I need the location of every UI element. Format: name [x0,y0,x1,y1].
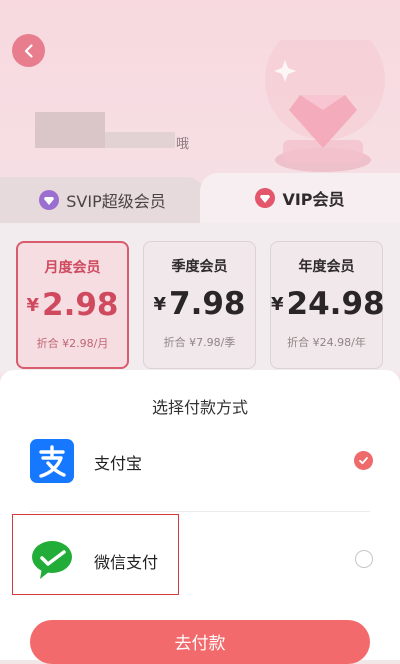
divider [30,511,370,512]
plan-per-period: 折合 ¥7.98/季 [163,336,236,349]
payment-option-label: 支付宝 [94,454,143,473]
radio-unchecked[interactable] [355,550,373,568]
chevron-left-icon [24,43,33,58]
vip-diamond-icon [255,188,276,208]
radio-checked[interactable] [354,451,373,470]
alipay-logo-icon [30,439,74,483]
plan-per-period: 折合 ¥24.98/年 [287,336,366,349]
blurred-username [35,110,175,150]
plan-price: ¥24.98 [271,286,385,322]
pay-button[interactable]: 去付款 [30,620,370,664]
plan-price-value: 7.98 [169,286,246,322]
plan-name: 季度会员 [171,259,228,275]
annotation-highlight-box [12,514,179,595]
plan-card-monthly[interactable]: 月度会员 ¥2.98 折合 ¥2.98/月 [16,241,129,369]
diamond-decoration-icon [265,40,385,172]
plan-name: 年度会员 [298,259,355,275]
payment-method-sheet: 选择付款方式 支付宝 微信支付 去付款 [0,370,400,664]
plan-price-value: 24.98 [286,286,385,322]
tab-svip-label: SVIP超级会员 [66,192,166,211]
currency-symbol: ¥ [26,295,40,316]
plan-price: ¥7.98 [144,286,255,322]
plan-price: ¥2.98 [18,287,127,323]
plan-list: 月度会员 ¥2.98 折合 ¥2.98/月 季度会员 ¥7.98 折合 ¥7.9… [0,223,400,373]
membership-tabs: SVIP超级会员 VIP会员 [0,173,400,223]
sheet-title: 选择付款方式 [151,398,248,417]
tab-svip[interactable]: SVIP超级会员 [0,177,205,223]
blurred-name-area [105,132,175,148]
plan-per-period: 折合 ¥2.98/月 [36,337,109,350]
currency-symbol: ¥ [271,294,284,315]
checkmark-icon [359,457,368,465]
tab-vip[interactable]: VIP会员 [200,173,400,223]
plan-name: 月度会员 [44,260,101,276]
tab-vip-label: VIP会员 [282,190,345,209]
username-suffix: 哦 [176,137,190,152]
plan-card-yearly[interactable]: 年度会员 ¥24.98 折合 ¥24.98/年 [270,241,385,369]
svip-diamond-icon [39,190,60,210]
back-button[interactable] [12,34,45,67]
plan-card-quarterly[interactable]: 季度会员 ¥7.98 折合 ¥7.98/季 [143,241,256,369]
blurred-avatar-area [35,112,105,148]
currency-symbol: ¥ [153,294,167,315]
payment-option-alipay[interactable]: 支付宝 [30,431,375,491]
plan-price-value: 2.98 [42,287,119,323]
